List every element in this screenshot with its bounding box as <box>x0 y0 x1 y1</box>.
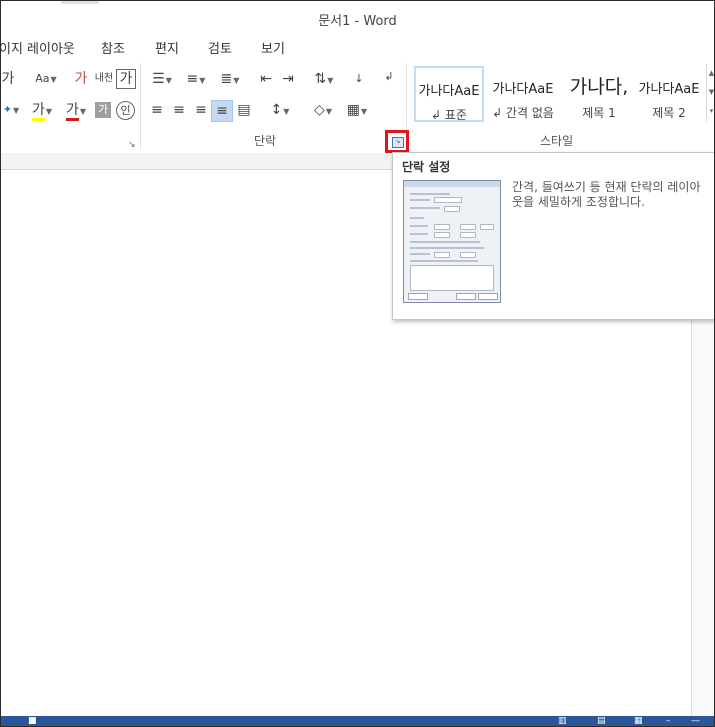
style-sample: 가나다, <box>569 76 629 98</box>
chevron-down-icon: ▼ <box>199 76 206 85</box>
align-right-icon[interactable]: ≡ <box>191 100 211 120</box>
paragraph-group-label: 단락 <box>254 134 277 148</box>
read-mode-icon[interactable]: ▥ <box>558 716 567 726</box>
paragraph-settings-tooltip: 단락 설정 간격, 들여쓰기 등 현재 단락의 레이아웃을 세밀하게 조정합니다… <box>392 152 714 320</box>
text-effects-icon[interactable]: ✦▼ <box>1 100 21 120</box>
shading-icon[interactable]: ◇▼ <box>307 100 339 120</box>
styles-gallery: 가나다AaE ↲ 표준 가나다AaE ↲ 간격 없음 가나다, 제목 1 가나다… <box>410 64 706 124</box>
style-sample: 가나다AaE <box>638 82 700 97</box>
proofing-icon[interactable]: ■ <box>28 716 37 726</box>
window-title: 문서1 - Word <box>318 14 397 29</box>
chevron-down-icon: ▼ <box>325 107 332 116</box>
print-layout-icon[interactable]: ▤ <box>597 716 606 726</box>
style-name: ↲ 표준 <box>431 108 467 122</box>
line-spacing-icon[interactable]: ↕▼ <box>265 100 295 120</box>
character-border-icon[interactable]: 가 <box>116 69 136 89</box>
styles-group-label: 스타일 <box>540 134 574 148</box>
chevron-down-icon: ▼ <box>45 107 53 116</box>
text-direction-icon[interactable]: ⇅▼ <box>309 69 339 89</box>
align-left-icon[interactable]: ≡ <box>147 100 167 120</box>
font-color-button[interactable]: 가▼ <box>59 100 93 121</box>
tab-mailings[interactable]: 편지 <box>155 38 179 57</box>
justify-icon[interactable]: ≡ <box>211 100 233 122</box>
ribbon-home: 가 Aa▼ 가 내천 가 ✦▼ 가▼ 가▼ 가 인 ↘ ☰▼ ≡▼ ≣▼ ⇤ ⇥… <box>1 59 714 154</box>
chevron-up-icon[interactable]: ▲ <box>707 64 714 83</box>
tab-view[interactable]: 보기 <box>261 38 285 57</box>
chevron-down-icon: ▼ <box>165 76 172 85</box>
distributed-icon[interactable]: ▤ <box>234 100 254 120</box>
tab-review[interactable]: 검토 <box>208 38 232 57</box>
chevron-down-icon: ▼ <box>233 76 240 85</box>
enclose-characters-icon[interactable]: 인 <box>116 101 135 120</box>
font-dialog-launcher-icon[interactable]: ↘ <box>128 140 136 150</box>
chevron-down-icon: ▼ <box>13 106 20 115</box>
styles-gallery-scroll[interactable]: ▲ ▼ ▾ <box>706 64 714 122</box>
quick-access-edge <box>61 1 99 4</box>
paragraph-dialog-preview-image <box>403 180 501 303</box>
change-case-button[interactable]: Aa▼ <box>29 69 63 89</box>
tab-page-layout[interactable]: 이지 레이아웃 <box>1 38 75 57</box>
dialog-launcher-icon: ↘ <box>392 137 404 148</box>
style-heading-2[interactable]: 가나다AaE 제목 2 <box>634 66 704 122</box>
more-icon[interactable]: ▾ <box>707 102 714 121</box>
chevron-down-icon: ▼ <box>79 107 87 116</box>
style-sample: 가나다AaE <box>492 82 554 97</box>
style-name: ↲ 간격 없음 <box>492 106 554 120</box>
word-window: 문서1 - Word 이지 레이아웃 참조 편지 검토 보기 가 Aa▼ 가 내… <box>0 0 715 727</box>
group-separator <box>140 63 141 149</box>
font-size-decrease-icon[interactable]: 가 <box>1 69 15 89</box>
tooltip-title: 단락 설정 <box>402 160 451 174</box>
tooltip-description: 간격, 들여쓰기 등 현재 단락의 레이아웃을 세밀하게 조정합니다. <box>512 180 701 209</box>
increase-indent-icon[interactable]: ⇥ <box>278 69 298 89</box>
style-normal[interactable]: 가나다AaE ↲ 표준 <box>414 66 484 122</box>
font-color-icon: 가 <box>65 102 79 121</box>
highlight-color-button[interactable]: 가▼ <box>25 100 59 121</box>
style-name: 제목 2 <box>652 106 686 120</box>
multilevel-list-icon[interactable]: ≣▼ <box>215 69 245 89</box>
numbering-icon[interactable]: ≡▼ <box>181 69 211 89</box>
decrease-indent-icon[interactable]: ⇤ <box>256 69 276 89</box>
web-layout-icon[interactable]: ▦ <box>634 716 643 726</box>
chevron-down-icon: ▼ <box>327 76 334 85</box>
phonetic-guide-icon[interactable]: 내천 <box>93 69 115 89</box>
tab-references[interactable]: 참조 <box>101 38 125 57</box>
zoom-out-icon[interactable]: – <box>666 716 671 726</box>
chevron-down-icon: ▼ <box>361 107 368 116</box>
borders-icon[interactable]: ▦▼ <box>341 100 373 120</box>
clear-formatting-icon[interactable]: 가 <box>71 69 91 89</box>
style-sample: 가나다AaE <box>418 84 480 99</box>
zoom-slider[interactable]: — <box>691 716 700 726</box>
bullets-icon[interactable]: ☰▼ <box>147 69 177 89</box>
show-formatting-marks-icon[interactable]: ↲ <box>381 67 397 87</box>
highlight-icon: 가 <box>31 102 45 121</box>
chevron-down-icon: ▼ <box>50 75 57 84</box>
style-name: 제목 1 <box>582 106 616 120</box>
title-bar: 문서1 - Word <box>1 1 714 35</box>
ribbon-tabs: 이지 레이아웃 참조 편지 검토 보기 <box>1 35 714 59</box>
sort-icon[interactable]: ↓ <box>349 69 369 89</box>
status-bar: ■ ▥ ▤ ▦ – — <box>1 716 714 726</box>
character-shading-icon[interactable]: 가 <box>95 102 111 118</box>
style-no-spacing[interactable]: 가나다AaE ↲ 간격 없음 <box>488 66 558 122</box>
chevron-down-icon[interactable]: ▼ <box>707 83 714 102</box>
change-case-label: Aa <box>35 72 50 85</box>
align-center-icon[interactable]: ≡ <box>169 100 189 120</box>
style-heading-1[interactable]: 가나다, 제목 1 <box>560 66 638 122</box>
chevron-down-icon: ▼ <box>283 107 290 116</box>
paragraph-dialog-launcher[interactable]: ↘ <box>385 130 409 153</box>
